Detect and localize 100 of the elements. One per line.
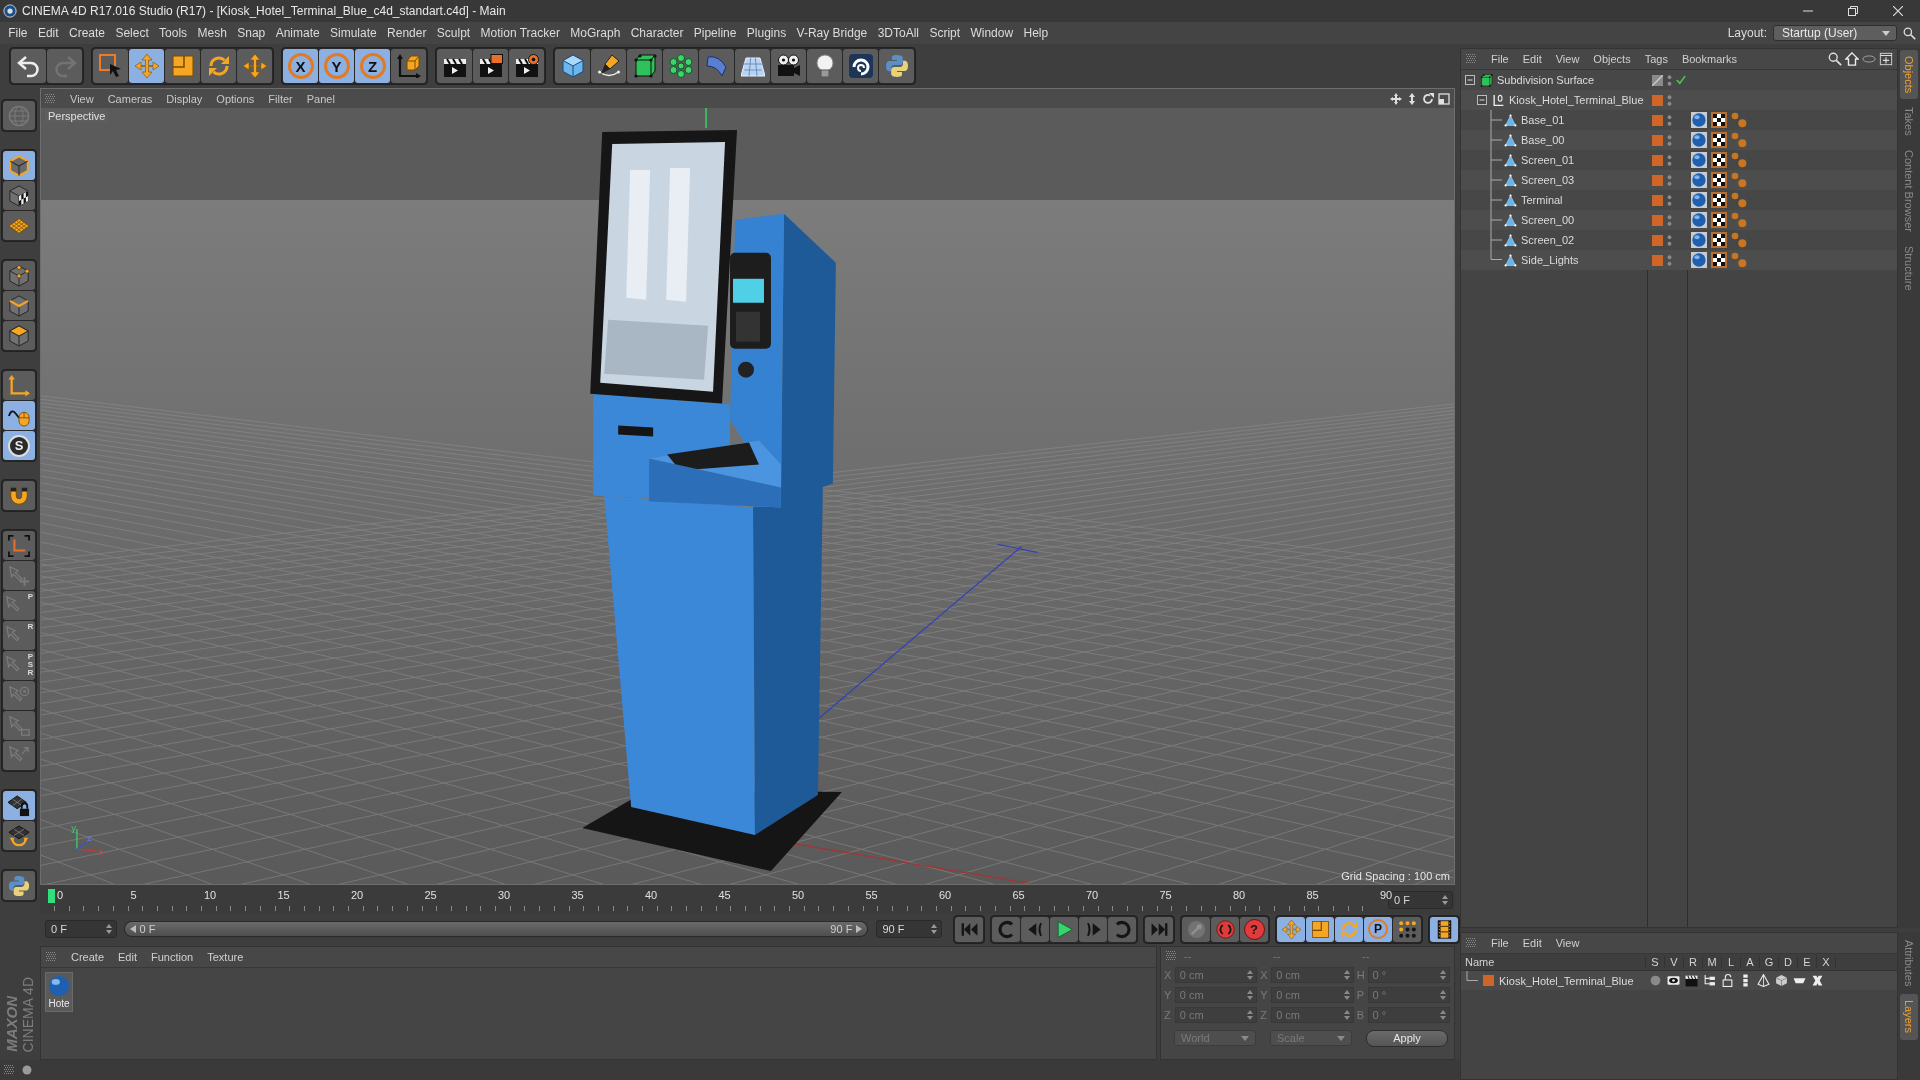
side-tab[interactable]: Content Browser <box>1900 144 1918 238</box>
autokey-button[interactable]: ? <box>1240 916 1268 942</box>
visibility-dots-icon[interactable] <box>1667 233 1672 247</box>
polygons-mode-button[interactable] <box>3 321 35 350</box>
layer-color-icon[interactable] <box>1652 114 1663 126</box>
menu-item[interactable]: View <box>63 92 101 105</box>
parameter-key-button[interactable]: P <box>1364 916 1392 942</box>
render-settings-button[interactable] <box>509 49 544 83</box>
model-mode-button[interactable] <box>3 151 35 180</box>
layer-color-icon[interactable] <box>1652 194 1663 206</box>
menu-item[interactable]: Create <box>64 951 112 963</box>
checker-icon[interactable] <box>1711 192 1727 208</box>
side-tab[interactable]: Structure <box>1900 240 1918 297</box>
menu-item[interactable]: Create <box>63 22 111 44</box>
menu-item[interactable]: Simulate <box>324 22 382 44</box>
cube-icon[interactable] <box>1774 974 1788 987</box>
checker-icon[interactable] <box>1711 172 1727 188</box>
eye-icon[interactable] <box>1666 974 1680 987</box>
checker-icon[interactable] <box>1711 112 1727 128</box>
object-row[interactable]: Side_Lights <box>1461 250 1897 270</box>
menu-item[interactable]: Pipeline <box>688 22 742 44</box>
menu-item[interactable]: File <box>3 22 33 44</box>
object-row[interactable]: Screen_03 <box>1461 170 1897 190</box>
python-button[interactable] <box>879 49 914 83</box>
pyramid-icon[interactable] <box>1756 974 1770 987</box>
visibility-dots-icon[interactable] <box>1667 153 1672 167</box>
layer-color-icon[interactable] <box>1652 134 1663 146</box>
menu-item[interactable]: 3DToAll <box>872 22 925 44</box>
layer-row[interactable]: Kiosk_Hotel_Terminal_Blue <box>1461 971 1897 990</box>
frame-field[interactable]: 0 F <box>45 920 117 938</box>
object-row[interactable]: Kiosk_Hotel_Terminal_Blue <box>1461 90 1897 110</box>
layer-color-icon[interactable] <box>1652 154 1663 166</box>
clapperboard-icon[interactable] <box>1684 974 1698 987</box>
menu-item[interactable]: Script <box>924 22 966 44</box>
solo-button[interactable]: S <box>3 431 35 460</box>
dots-icon[interactable] <box>1731 232 1747 248</box>
menu-item[interactable]: Objects <box>1586 53 1638 65</box>
light-button[interactable] <box>807 49 842 83</box>
rotate-icon[interactable] <box>1422 92 1434 105</box>
search-icon[interactable] <box>1828 52 1842 66</box>
dots-icon[interactable] <box>1731 252 1747 268</box>
frame-field[interactable]: 90 F <box>876 920 942 938</box>
menu-item[interactable]: Function <box>144 951 201 963</box>
checker-icon[interactable] <box>1711 152 1727 168</box>
object-row[interactable]: Screen_00 <box>1461 210 1897 230</box>
selection-button[interactable] <box>93 49 128 83</box>
menu-item[interactable]: Texture <box>200 951 251 963</box>
render-view-button[interactable] <box>437 49 472 83</box>
x-shape-icon[interactable] <box>1810 974 1824 987</box>
deformer-button[interactable] <box>699 49 734 83</box>
tree-toggle[interactable] <box>1465 75 1475 85</box>
search-icon[interactable] <box>1903 26 1916 40</box>
menu-item[interactable]: Animate <box>270 22 325 44</box>
pen-button[interactable] <box>591 49 626 83</box>
camera-button[interactable] <box>771 49 806 83</box>
menu-item[interactable]: Tools <box>153 22 193 44</box>
rotate-button[interactable] <box>201 49 236 83</box>
checker-icon[interactable] <box>1711 232 1727 248</box>
layer-color-icon[interactable] <box>1652 254 1663 266</box>
menu-item[interactable]: Motion Tracker <box>475 22 566 44</box>
material-sphere-icon[interactable] <box>1691 252 1707 268</box>
hatched-swatch-icon[interactable] <box>1652 74 1663 86</box>
grid-rotate-button[interactable] <box>3 821 35 850</box>
plus-box-icon[interactable] <box>1879 52 1893 66</box>
floor-button[interactable] <box>735 49 770 83</box>
texture-mode-button[interactable] <box>3 181 35 210</box>
visibility-dots-icon[interactable] <box>1667 253 1672 267</box>
menu-item[interactable]: V-Ray Bridge <box>791 22 873 44</box>
padlock-icon[interactable] <box>1720 974 1734 987</box>
menu-item[interactable]: Options <box>209 92 262 105</box>
visibility-dots-icon[interactable] <box>1667 93 1672 107</box>
menu-item[interactable]: File <box>1484 937 1516 949</box>
menu-item[interactable]: Display <box>159 92 210 105</box>
visibility-dots-icon[interactable] <box>1667 213 1672 227</box>
point-level-button[interactable] <box>1393 916 1421 942</box>
up-down-arrow-icon[interactable] <box>1406 92 1418 105</box>
menu-item[interactable]: View <box>1548 53 1587 65</box>
material-sphere-icon[interactable] <box>1691 132 1707 148</box>
workplane-button[interactable] <box>3 531 35 560</box>
side-tab[interactable]: Layers <box>1900 994 1918 1040</box>
menu-item[interactable]: Character <box>625 22 689 44</box>
next-key-button[interactable] <box>1108 916 1136 942</box>
checker-icon[interactable] <box>1711 212 1727 228</box>
material-sphere-icon[interactable] <box>1691 232 1707 248</box>
checkmark-icon[interactable] <box>1676 75 1686 85</box>
menu-item[interactable]: Edit <box>1515 53 1549 65</box>
undo-button[interactable] <box>11 49 46 83</box>
visibility-dots-icon[interactable] <box>1667 173 1672 187</box>
menu-item[interactable]: Edit <box>32 22 64 44</box>
layer-color-icon[interactable] <box>1652 214 1663 226</box>
menu-item[interactable]: Cameras <box>100 92 160 105</box>
menu-item[interactable]: Panel <box>299 92 342 105</box>
tree-toggle[interactable] <box>1477 95 1487 105</box>
menu-item[interactable]: Render <box>381 22 432 44</box>
edges-mode-button[interactable] <box>3 291 35 320</box>
visibility-dots-icon[interactable] <box>1667 193 1672 207</box>
visibility-dots-icon[interactable] <box>1667 113 1672 127</box>
checker-icon[interactable] <box>1711 132 1727 148</box>
object-row[interactable]: Base_00 <box>1461 130 1897 150</box>
subdivision-button[interactable] <box>627 49 662 83</box>
